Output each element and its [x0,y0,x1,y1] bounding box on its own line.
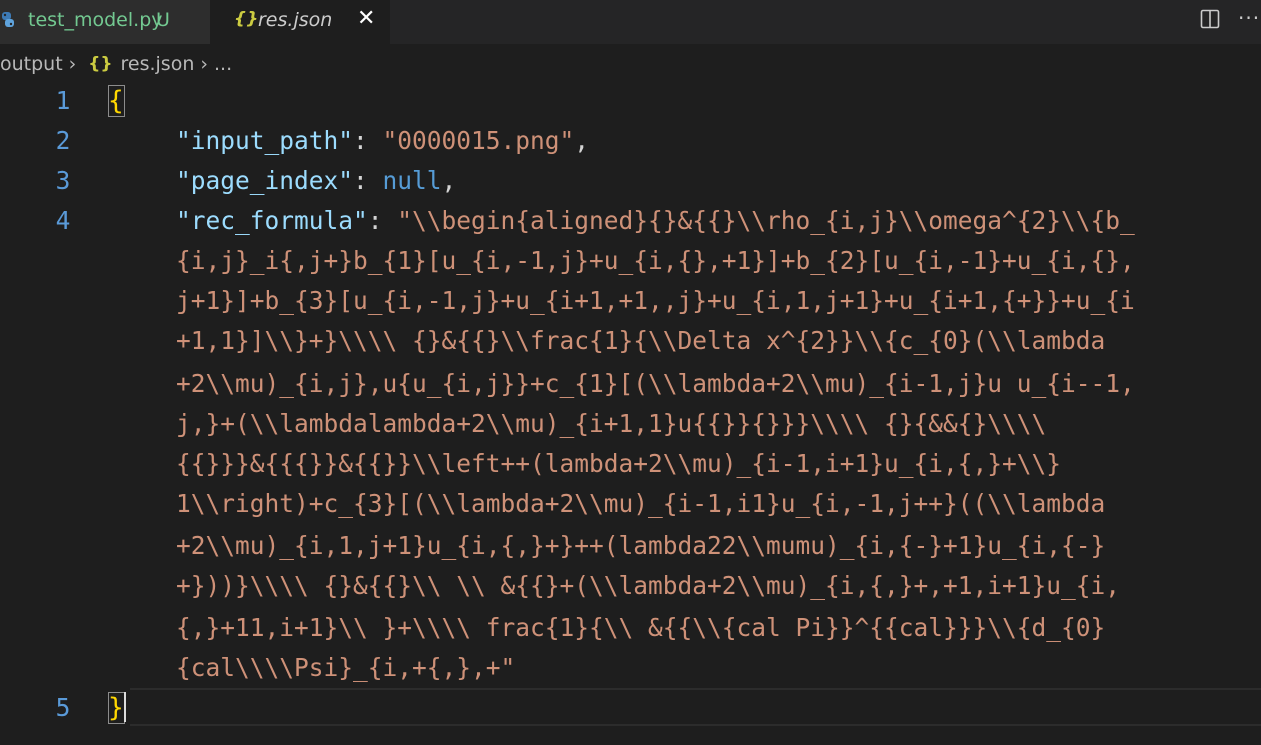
json-null-value: null [382,166,442,195]
comma: , [574,126,590,155]
code-line-rec-formula: "rec_formula": "\\begin{aligned}{}&{{}\\… [176,201,1135,241]
breadcrumb-ellipsis[interactable]: ... [214,53,232,75]
wrapped-line: 1\\right)+c_{3}[(\\lambda+2\\mu)_{i-1,i1… [176,489,1106,518]
tab-label: test_model.py [28,9,163,31]
chevron-right-icon: › [68,53,77,75]
wrapped-line: j,}+(\\lambdalambda+2\\mu)_{i+1,1}u{{}}{… [176,409,1047,438]
breadcrumb-folder[interactable]: output [0,53,63,75]
wrapped-line: {,}+11,i+1}\\ }+\\\\ frac{1}{\\ &{{\\{ca… [176,613,1106,642]
tab-label: res.json [258,9,333,31]
line-number: 4 [55,206,71,235]
wrapped-line: {{}}}&{{{}}&{{}}\\left++(lambda+2\\mu)_{… [176,449,1062,478]
text-cursor [124,692,126,722]
breadcrumb-file[interactable]: res.json [121,53,195,75]
split-editor-icon[interactable] [1200,9,1220,33]
breadcrumb: output › {} res.json › ... [0,47,1261,81]
wrapped-line: j+1}]+b_{3}[u_{i,-1,j}+u_{i+1,+1,,j}+u_{… [176,286,1135,315]
comma: , [441,166,457,195]
code-line-input-path: "input_path": "0000015.png", [176,121,589,161]
wrapped-line: {cal\\\\Psi}_{i,+{,},+" [176,653,516,682]
json-key: "page_index" [176,166,354,195]
line-number: 3 [55,166,71,195]
line-number: 1 [55,86,71,115]
close-icon[interactable]: ✕ [357,6,375,31]
json-string-value: "0000015.png" [382,126,575,155]
colon: : [353,126,383,155]
json-key: "rec_formula" [176,206,368,235]
open-brace: { [108,86,124,116]
python-icon [0,11,16,34]
colon: : [353,166,383,195]
current-line-highlight [130,688,1261,726]
wrapped-line: +}))}\\\\ {}&{{}\\ \\ &{{}+(\\lambda+2\\… [176,571,1121,600]
git-status-badge: U [156,9,170,31]
line-number: 5 [55,693,71,722]
colon: : [367,206,398,235]
wrapped-line: +1,1}]\\}+}\\\\ {}&{{}\\frac{1}{\\Delta … [176,326,1106,355]
line-number: 2 [55,126,71,155]
json-string-value: "\\begin{aligned}{}&{{}\\rho_{i,j}\\omeg… [397,206,1135,235]
json-icon: {} [234,9,259,29]
code-editor[interactable]: 1 2 3 4 5 { "input_path": "0000015.png",… [0,81,1261,745]
wrapped-line: +2\\mu)_{i,1,j+1}u_{i,{,}+}++(lambda22\\… [176,531,1106,560]
close-brace: } [108,693,124,723]
more-actions-icon[interactable]: ··· [1238,6,1260,30]
wrapped-line: {i,j}_i{,j+}b_{1}[u_{i,-1,j}+u_{i,{},+1}… [176,246,1135,275]
tab-test-model-py[interactable]: test_model.py U [0,0,210,44]
chevron-right-icon: › [200,53,208,75]
tab-bar: test_model.py U {} res.json ✕ ··· [0,0,1261,44]
code-line-page-index: "page_index": null, [176,161,456,201]
tab-res-json[interactable]: {} res.json ✕ [210,0,390,44]
json-key: "input_path" [176,126,354,155]
json-icon: {} [88,54,113,74]
wrapped-line: +2\\mu)_{i,j},u{u_{i,j}}+c_{1}[(\\lambda… [176,369,1135,398]
